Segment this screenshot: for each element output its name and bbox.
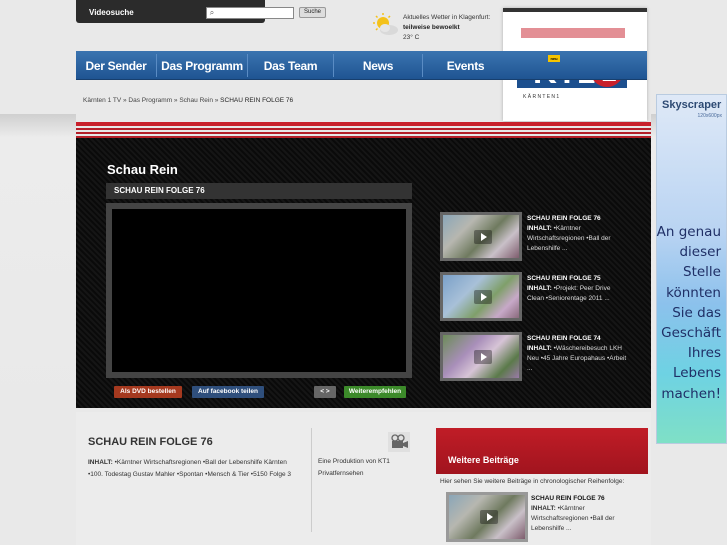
related-label: INHALT: — [527, 225, 552, 232]
video-search-label: Videosuche — [89, 8, 134, 17]
related-title[interactable]: SCHAU REIN FOLGE 74 — [527, 334, 627, 344]
video-search-bar: Videosuche ⌕ Suche — [76, 0, 326, 23]
facebook-share-button[interactable]: Auf facebook teilen — [192, 386, 264, 398]
video-camera-icon — [388, 432, 410, 452]
main-navigation: Der Sender Das Programm Das Team News Ev… — [76, 51, 647, 80]
new-badge: neu — [548, 55, 560, 62]
episode-title: SCHAU REIN FOLGE 76 — [88, 436, 213, 448]
more-video-label: INHALT: — [531, 505, 556, 512]
breadcrumb-current: SCHAU REIN FOLGE 76 — [220, 97, 294, 104]
partly-cloudy-icon — [373, 13, 398, 35]
nav-das-team[interactable]: Das Team — [248, 51, 333, 80]
order-dvd-button[interactable]: Als DVD bestellen — [114, 386, 182, 398]
background-stripe-left — [0, 114, 76, 409]
episode-content: •Kärntner Wirtschaftsregionen •Ball der … — [88, 459, 292, 478]
episode-label: INHALT: — [88, 459, 113, 466]
video-title: SCHAU REIN FOLGE 76 — [106, 183, 412, 199]
more-videos-subtitle: Hier sehen Sie weitere Beiträge in chron… — [440, 478, 625, 485]
recommend-button[interactable]: Weiterempfehlen — [344, 386, 406, 398]
play-icon — [474, 290, 492, 304]
breadcrumb: Kärnten 1 TV » Das Programm » Schau Rein… — [83, 97, 293, 104]
nav-das-programm[interactable]: Das Programm — [157, 51, 247, 80]
play-icon — [474, 230, 492, 244]
video-screen[interactable] — [112, 209, 406, 372]
ad-title: Skyscraper — [662, 99, 722, 111]
video-player-section: Schau Rein SCHAU REIN FOLGE 76 Als DVD b… — [76, 122, 651, 408]
related-video-item[interactable]: SCHAU REIN FOLGE 74 INHALT: •Wäschereibe… — [440, 332, 640, 382]
related-label: INHALT: — [527, 285, 552, 292]
search-icon: ⌕ — [209, 8, 215, 17]
section-title: Schau Rein — [107, 162, 178, 177]
related-label: INHALT: — [527, 345, 552, 352]
weather-temperature: 23° C — [403, 34, 420, 41]
weather-location: Aktuelles Wetter in Klagenfurt: — [403, 14, 491, 21]
producer-line: Eine Produktion von KT1 — [318, 458, 390, 465]
episode-details: SCHAU REIN FOLGE 76 INHALT: •Kärntner Wi… — [76, 412, 651, 545]
divider — [311, 428, 312, 532]
producer-info: Eine Produktion von KT1 Privatfernsehen — [318, 456, 390, 480]
video-thumbnail[interactable] — [446, 492, 528, 542]
embed-button[interactable]: < > — [314, 386, 336, 398]
search-button[interactable]: Suche — [299, 7, 326, 18]
video-thumbnail[interactable] — [440, 212, 522, 261]
related-title[interactable]: SCHAU REIN FOLGE 76 — [527, 214, 627, 224]
search-input[interactable] — [206, 7, 294, 19]
more-videos-title: Weitere Beiträge — [448, 455, 519, 465]
ad-size: 120x600px — [697, 113, 722, 119]
more-videos-header: Weitere Beiträge — [436, 428, 648, 474]
producer-line: Privatfernsehen — [318, 470, 364, 477]
weather-widget: Aktuelles Wetter in Klagenfurt: teilweis… — [403, 13, 503, 43]
weather-condition: teilweise bewoelkt — [403, 24, 460, 31]
nav-news[interactable]: News — [334, 51, 422, 80]
nav-der-sender[interactable]: Der Sender — [76, 51, 156, 80]
nav-events[interactable]: Events — [423, 51, 508, 80]
video-thumbnail[interactable] — [440, 272, 522, 321]
episode-description: INHALT: •Kärntner Wirtschaftsregionen •B… — [88, 457, 300, 481]
play-icon — [480, 510, 498, 524]
related-video-item[interactable]: SCHAU REIN FOLGE 76 INHALT: •Kärntner Wi… — [440, 212, 640, 262]
ad-text: An genau dieser Stelle könnten Sie das G… — [656, 224, 721, 402]
related-video-item[interactable]: SCHAU REIN FOLGE 75 INHALT: •Projekt: Pe… — [440, 272, 640, 322]
video-thumbnail[interactable] — [440, 332, 522, 381]
logo-sub-text: K Ä R N T E N 1 — [523, 93, 559, 100]
related-title[interactable]: SCHAU REIN FOLGE 75 — [527, 274, 627, 284]
play-icon — [474, 350, 492, 364]
more-video-title[interactable]: SCHAU REIN FOLGE 76 — [531, 494, 631, 504]
skyscraper-ad[interactable]: Skyscraper 120x600px An genau dieser Ste… — [656, 94, 727, 444]
decorative-red-lines — [76, 126, 651, 138]
breadcrumb-path[interactable]: Kärnten 1 TV » Das Programm » Schau Rein… — [83, 97, 220, 104]
video-player[interactable] — [106, 203, 412, 378]
